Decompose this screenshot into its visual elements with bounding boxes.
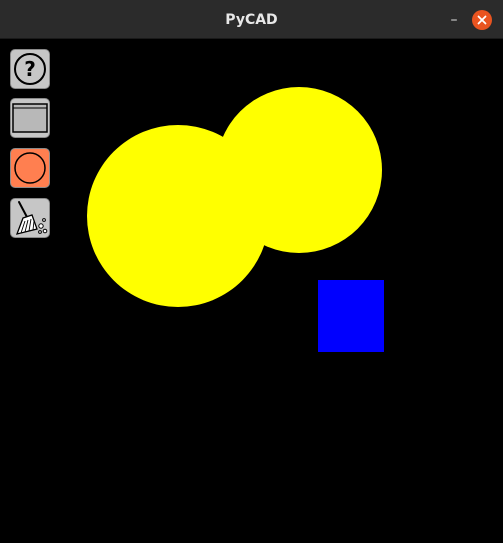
- rectangle-tool-button[interactable]: [10, 98, 50, 138]
- question-mark-icon: ?: [14, 53, 46, 85]
- title-bar[interactable]: PyCAD –: [0, 0, 503, 39]
- drawing-canvas[interactable]: ?: [0, 39, 503, 543]
- window-title: PyCAD: [225, 12, 278, 28]
- minimize-button[interactable]: –: [444, 10, 464, 30]
- help-glyph: ?: [24, 57, 36, 81]
- broom-icon: [15, 201, 48, 235]
- blue-square[interactable]: [318, 280, 384, 352]
- close-icon: [477, 15, 487, 25]
- rectangle-icon: [12, 103, 48, 133]
- help-tool-button[interactable]: ?: [10, 49, 50, 89]
- yellow-circle-front[interactable]: [87, 125, 269, 307]
- close-button[interactable]: [472, 10, 492, 30]
- clear-tool-button[interactable]: [10, 198, 50, 238]
- pycad-window: PyCAD – ?: [0, 0, 503, 543]
- circle-tool-button[interactable]: [10, 148, 50, 188]
- circle-icon: [14, 152, 46, 184]
- canvas-scene: [87, 87, 384, 352]
